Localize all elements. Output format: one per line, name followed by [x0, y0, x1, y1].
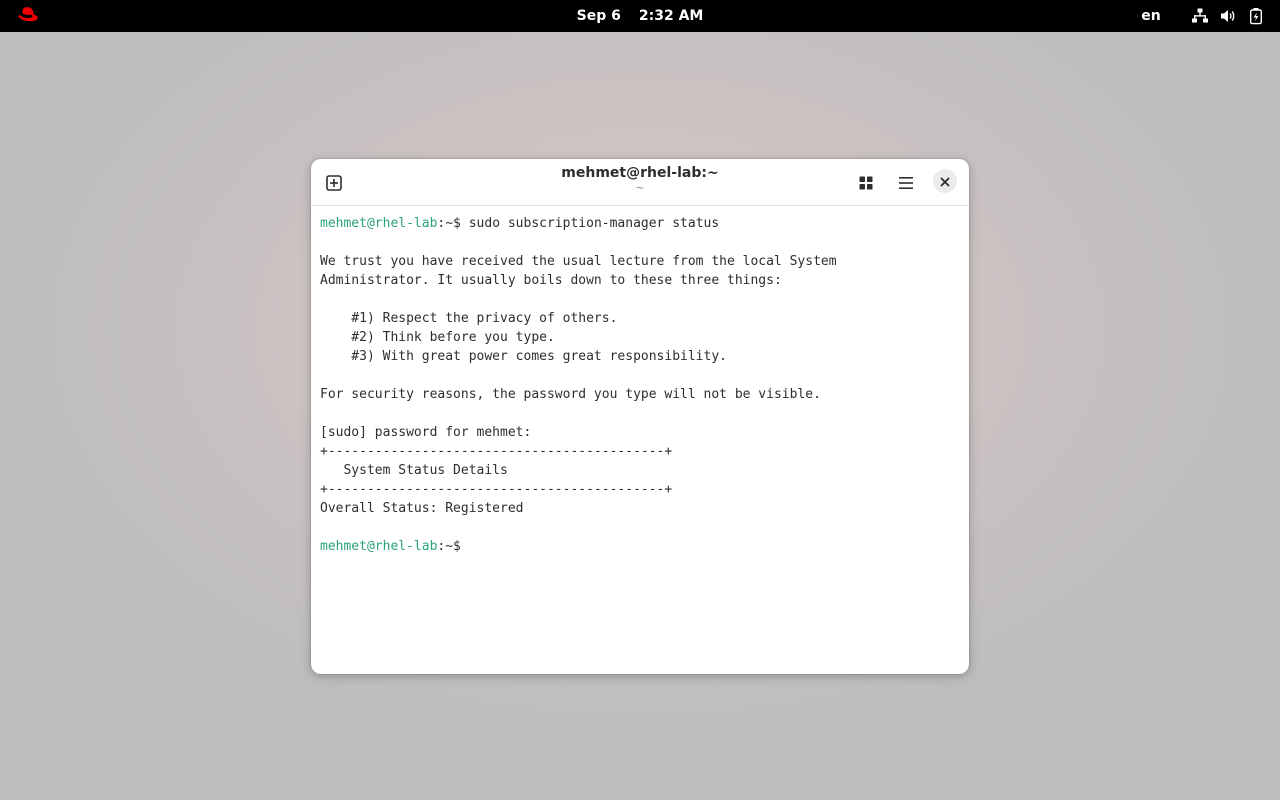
terminal-window[interactable]: mehmet@rhel-lab:~ ~ mehmet@rhel-lab:~$ s… [311, 159, 969, 674]
output-line: System Status Details [320, 461, 960, 480]
close-icon [940, 172, 950, 191]
tab-overview-button[interactable] [852, 169, 880, 197]
output-line: For security reasons, the password you t… [320, 385, 960, 404]
network-icon[interactable] [1191, 7, 1209, 25]
window-title: mehmet@rhel-lab:~ [561, 165, 719, 181]
prompt-symbol: :~$ [437, 216, 469, 231]
date-label: Sep 6 [576, 8, 621, 24]
output-line: +---------------------------------------… [320, 480, 960, 499]
volume-icon[interactable] [1219, 7, 1237, 25]
prompt-user-host: mehmet@rhel-lab [320, 539, 438, 554]
terminal-output[interactable]: mehmet@rhel-lab:~$ sudo subscription-man… [320, 214, 960, 664]
output-line: We trust you have received the usual lec… [320, 252, 960, 271]
output-line: Overall Status: Registered [320, 499, 960, 518]
close-button[interactable] [933, 169, 957, 193]
output-text: [sudo] password for mehmet: [320, 425, 532, 440]
output-line: [sudo] password for mehmet: [320, 423, 960, 442]
prompt-line: mehmet@rhel-lab:~$ sudo subscription-man… [320, 214, 960, 233]
output-line: +---------------------------------------… [320, 442, 960, 461]
battery-icon[interactable] [1247, 7, 1265, 25]
header-bar[interactable]: mehmet@rhel-lab:~ ~ [311, 159, 969, 206]
output-text: Overall Status: Registered [320, 501, 524, 516]
output-text: +---------------------------------------… [320, 482, 673, 497]
window-subtitle: ~ [635, 181, 645, 194]
redhat-logo-icon[interactable] [16, 6, 40, 26]
time-label: 2:32 AM [638, 8, 704, 24]
new-tab-icon [326, 175, 342, 191]
output-line: #1) Respect the privacy of others. [320, 309, 960, 328]
new-tab-button[interactable] [320, 169, 348, 197]
output-line: #2) Think before you type. [320, 328, 960, 347]
prompt-user-host: mehmet@rhel-lab [320, 216, 438, 231]
grid-icon [859, 176, 873, 190]
output-text: Administrator. It usually boils down to … [320, 273, 782, 288]
command-text: sudo subscription-manager status [468, 216, 720, 231]
output-text: #1) Respect the privacy of others. [320, 311, 618, 326]
output-text: For security reasons, the password you t… [320, 387, 821, 402]
language-indicator[interactable]: en [1136, 0, 1166, 32]
top-bar: Sep 6 2:32 AM en [0, 0, 1280, 32]
output-text: +---------------------------------------… [320, 444, 673, 459]
output-text: #3) With great power comes great respons… [320, 349, 727, 364]
prompt-symbol: :~$ [437, 539, 461, 554]
hamburger-menu-icon [898, 176, 914, 190]
prompt-line: mehmet@rhel-lab:~$ [320, 537, 960, 556]
output-line: #3) With great power comes great respons… [320, 347, 960, 366]
clock-button[interactable]: Sep 6 2:32 AM [560, 0, 720, 32]
output-text: #2) Think before you type. [320, 330, 555, 345]
output-line: Administrator. It usually boils down to … [320, 271, 960, 290]
main-menu-button[interactable] [892, 169, 920, 197]
output-text: We trust you have received the usual lec… [320, 254, 837, 269]
output-text: System Status Details [320, 463, 508, 478]
window-title-area: mehmet@rhel-lab:~ ~ [471, 164, 809, 194]
